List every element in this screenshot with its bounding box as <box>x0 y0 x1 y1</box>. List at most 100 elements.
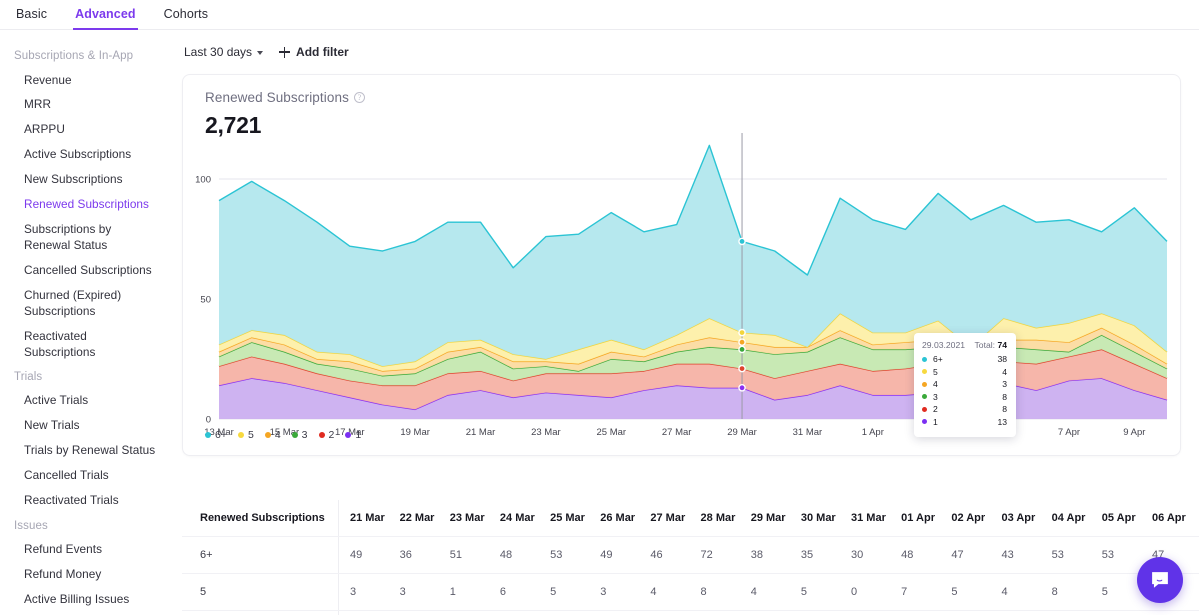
help-icon[interactable]: ? <box>353 92 365 103</box>
data-table: Renewed Subscriptions 21 Mar 22 Mar 23 Mar 2… <box>182 500 1199 615</box>
legend-item-2[interactable]: 2 <box>318 429 334 441</box>
table-col-header-10: 31 Mar <box>840 500 891 537</box>
sidebar-item-mrr[interactable]: MRR <box>0 93 170 118</box>
svg-text:7 Apr: 7 Apr <box>1058 427 1080 438</box>
legend-label-3: 3 <box>301 429 308 441</box>
sidebar-item-reactivated-trials[interactable]: Reactivated Trials <box>0 489 170 514</box>
table-cell: 3 <box>388 573 439 611</box>
table-cell: 49 <box>589 536 640 574</box>
sidebar-item-cancelled-trials[interactable]: Cancelled Trials <box>0 464 170 489</box>
tab-basic[interactable]: Basic <box>14 0 49 29</box>
table-cell: 0 <box>840 573 891 611</box>
tab-advanced[interactable]: Advanced <box>73 0 138 30</box>
legend-item-5[interactable]: 5 <box>237 429 254 441</box>
table-col-header-metric: Renewed Subscriptions <box>182 500 339 537</box>
table-cell: 35 <box>789 536 841 574</box>
sidebar-item-new-subscriptions[interactable]: New Subscriptions <box>0 168 170 193</box>
stacked-area-chart[interactable]: 05010013 Mar 15 Mar 17 Mar 19 Mar 21 Mar 23 M… <box>183 133 1173 457</box>
svg-text:31 Mar: 31 Mar <box>793 427 823 438</box>
chart-title: Renewed Subscriptions <box>205 90 349 105</box>
table-col-header-4: 25 Mar <box>539 500 590 537</box>
data-table-body: 6+49365148534946723835304847435353474443… <box>182 536 1199 615</box>
svg-text:19 Mar: 19 Mar <box>400 427 430 438</box>
table-cell: 51 <box>438 536 489 574</box>
sidebar-item-arppu[interactable]: ARPPU <box>0 118 170 143</box>
table-cell: 1 <box>488 610 540 615</box>
table-cell: 38 <box>739 536 790 574</box>
tooltip-value-4: 3 <box>1002 379 1007 390</box>
table-col-header-0: 21 Mar <box>338 500 389 537</box>
sidebar-item-revenue[interactable]: Revenue <box>0 68 170 93</box>
sidebar-item-reactivated-subscriptions[interactable]: Reactivated Subscriptions <box>0 324 170 365</box>
add-filter-button[interactable]: Add filter <box>279 45 349 59</box>
legend-item-1[interactable]: 1 <box>345 429 361 441</box>
chat-bubble-icon <box>1152 572 1168 588</box>
sidebar-item-renewed-subscriptions[interactable]: Renewed Subscriptions <box>0 193 170 218</box>
tooltip-date: 29.03.2021 <box>922 340 966 350</box>
tooltip-dot-6plus <box>922 356 927 362</box>
legend-item-6plus[interactable]: 6+ <box>205 429 227 441</box>
table-cell: 7 <box>689 610 740 615</box>
table-col-header-5: 26 Mar <box>589 500 640 537</box>
sidebar-item-refund-money[interactable]: Refund Money <box>0 563 170 588</box>
sidebar-item-churned-expired-subscriptions[interactable]: Churned (Expired) Subscriptions <box>0 283 170 324</box>
table-col-header-14: 04 Apr <box>1040 500 1091 537</box>
tooltip-dot-3 <box>922 394 927 400</box>
sidebar-item-trials-by-renewal-status[interactable]: Trials by Renewal Status <box>0 439 170 464</box>
table-cell: 3 <box>338 573 389 611</box>
tooltip-value-1: 13 <box>997 416 1007 427</box>
svg-text:100: 100 <box>195 175 211 186</box>
tab-cohorts[interactable]: Cohorts <box>162 0 210 29</box>
svg-text:9 Apr: 9 Apr <box>1123 427 1145 438</box>
data-table-head: Renewed Subscriptions 21 Mar 22 Mar 23 Mar 2… <box>182 500 1199 537</box>
table-cell: 4 <box>739 573 790 611</box>
table-cell: 53 <box>539 536 590 574</box>
sidebar-item-refund-events[interactable]: Refund Events <box>0 538 170 563</box>
tooltip-total-label: Total: <box>974 340 996 350</box>
legend-dot-3 <box>291 432 298 438</box>
table-cell: 72 <box>689 536 740 574</box>
legend-item-4[interactable]: 4 <box>264 429 281 441</box>
sidebar: Subscriptions & In-App Revenue MRR ARPPU… <box>0 30 170 615</box>
tooltip-row-6plus: 6+ 38 <box>922 354 1007 364</box>
table-cell: 10 <box>840 610 891 615</box>
sidebar-item-active-subscriptions[interactable]: Active Subscriptions <box>0 143 170 168</box>
table-col-header-9: 30 Mar <box>789 500 841 537</box>
table-col-header-11: 01 Apr <box>890 500 941 537</box>
tooltip-label-5: 5 <box>933 366 938 377</box>
svg-text:25 Mar: 25 Mar <box>596 427 626 438</box>
tooltip-label-4: 4 <box>933 379 938 390</box>
tooltip-label-6plus: 6+ <box>933 354 943 364</box>
sidebar-item-active-trials[interactable]: Active Trials <box>0 389 170 414</box>
data-table-container[interactable]: Renewed Subscriptions 21 Mar 22 Mar 23 Mar 2… <box>182 500 1199 615</box>
table-cell: 3 <box>438 610 489 615</box>
legend-dot-2 <box>318 432 325 438</box>
table-col-header-16: 06 Apr <box>1140 500 1192 537</box>
sidebar-item-new-trials[interactable]: New Trials <box>0 414 170 439</box>
table-cell: 8 <box>890 610 941 615</box>
tooltip-dot-2 <box>922 406 927 412</box>
date-range-selector[interactable]: Last 30 days <box>184 45 264 59</box>
table-cell: 6 <box>1191 610 1199 615</box>
tooltip-label-3: 3 <box>933 391 938 402</box>
legend-label-6plus: 6+ <box>215 429 227 441</box>
table-col-header-15: 05 Apr <box>1090 500 1141 537</box>
svg-text:0: 0 <box>206 415 211 426</box>
tooltip-row-1: 1 13 <box>922 417 1007 427</box>
page-shell: Subscriptions & In-App Revenue MRR ARPPU… <box>0 30 1199 615</box>
sidebar-group-title-trials: Trials <box>14 370 43 383</box>
tooltip-row-3: 3 8 <box>922 392 1007 402</box>
table-cell: 8 <box>338 610 389 615</box>
table-cell: 5 <box>1191 573 1199 611</box>
chat-launcher-button[interactable] <box>1137 557 1183 603</box>
svg-text:29 Mar: 29 Mar <box>727 427 757 438</box>
sidebar-item-cancelled-subscriptions[interactable]: Cancelled Subscriptions <box>0 258 170 283</box>
table-cell: 4 <box>589 610 640 615</box>
chart-legend: 6+ 5 4 3 2 1 <box>205 429 361 441</box>
sidebar-item-subscriptions-by-renewal-status[interactable]: Subscriptions by Renewal Status <box>0 218 170 259</box>
legend-label-5: 5 <box>247 429 254 441</box>
sidebar-item-active-billing-issues[interactable]: Active Billing Issues <box>0 587 170 612</box>
table-cell: 3 <box>589 573 640 611</box>
legend-item-3[interactable]: 3 <box>291 429 308 441</box>
chart-plot-area[interactable]: 0 50 100 13 Mar 15 Mar 17 Mar 19 Mar 21 Mar 23 M… <box>183 133 1180 455</box>
